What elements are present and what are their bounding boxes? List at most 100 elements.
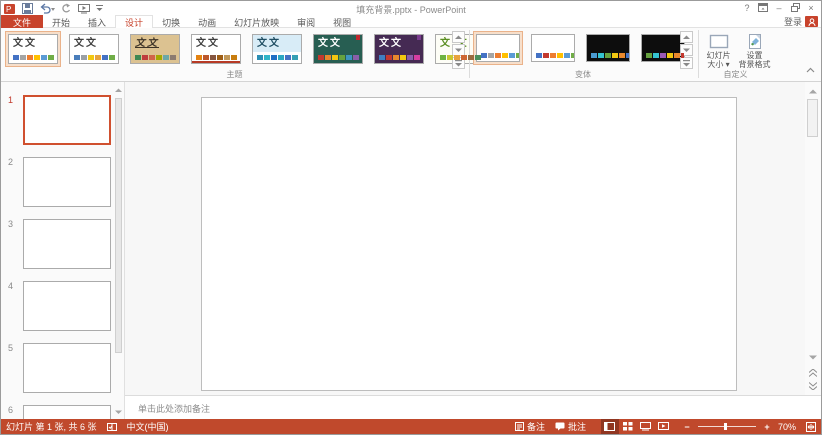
slide-number: 2: [8, 157, 14, 167]
language-button[interactable]: 中文(中国): [122, 419, 174, 434]
slide-list: 1 2 3 4 5 6: [1, 95, 111, 421]
slide-thumbnail-panel: 1 2 3 4 5 6: [1, 82, 125, 421]
zoom-slider[interactable]: [697, 423, 756, 430]
tab-transitions[interactable]: 切换: [153, 15, 189, 28]
notes-icon: [514, 422, 524, 431]
user-account-icon[interactable]: [805, 16, 818, 27]
ribbon-display-options-icon[interactable]: [755, 1, 771, 14]
panel-scrollbar-thumb[interactable]: [115, 98, 122, 353]
theme-thumbnail-2[interactable]: 文文: [66, 31, 122, 67]
title-bar: P 填充背景.pptx - PowerPoint ? – ×: [1, 1, 821, 16]
themes-gallery-scrollbar: [452, 31, 465, 69]
tab-insert[interactable]: 插入: [79, 15, 115, 28]
restore-icon[interactable]: [787, 1, 803, 14]
variant-thumbnail-3[interactable]: [583, 31, 633, 65]
slide-canvas[interactable]: [201, 97, 737, 391]
panel-scrollbar[interactable]: [114, 86, 123, 417]
zoom-in-button[interactable]: +: [761, 422, 773, 432]
zoom-out-button[interactable]: −: [681, 422, 693, 432]
slide-row-1: 1: [1, 95, 111, 145]
previous-slide-button[interactable]: [807, 367, 819, 379]
slide-sorter-view-button[interactable]: [619, 419, 637, 434]
themes-group-label: 主题: [226, 70, 243, 79]
comment-icon: [555, 422, 565, 431]
tab-view[interactable]: 视图: [324, 15, 360, 28]
slide-size-label-1: 幻灯片: [706, 51, 731, 60]
panel-scroll-up-icon[interactable]: [114, 86, 123, 95]
slide-row-5: 5: [1, 343, 111, 393]
theme-thumbnail-3[interactable]: 文文: [127, 31, 183, 67]
slide-thumbnail-5[interactable]: [23, 343, 111, 393]
slide-row-3: 3: [1, 219, 111, 269]
slide-indicator: 幻灯片 第 1 张, 共 6 张: [6, 422, 97, 432]
next-slide-button[interactable]: [807, 380, 819, 392]
tab-review[interactable]: 审阅: [288, 15, 324, 28]
slide-size-icon: [709, 31, 729, 51]
theme-thumbnail-6[interactable]: 文文: [310, 31, 366, 67]
collapse-ribbon-button[interactable]: [806, 60, 815, 78]
themes-gallery: 文文文文文文文文文文文文文文文 文: [5, 31, 488, 67]
editing-area: [125, 82, 805, 395]
slideshow-view-button[interactable]: [655, 419, 673, 434]
notes-pane[interactable]: 单击此处添加备注: [125, 395, 821, 421]
variant-scroll-up-icon[interactable]: [680, 31, 693, 43]
tab-home[interactable]: 开始: [43, 15, 79, 28]
theme-thumbnail-1[interactable]: 文文: [5, 31, 61, 67]
sign-in-label[interactable]: 登录: [784, 15, 802, 28]
tab-file[interactable]: 文件: [1, 15, 44, 28]
comments-toggle-button[interactable]: 批注: [550, 419, 591, 434]
slide-number: 6: [8, 405, 14, 415]
theme-thumbnail-5[interactable]: 文文: [249, 31, 305, 67]
panel-scroll-down-icon[interactable]: [114, 408, 123, 417]
variant-thumbnail-color-swatches: [591, 53, 629, 58]
theme-thumbnail-color-swatches: [135, 55, 176, 60]
theme-thumbnail-color-swatches: [257, 55, 298, 60]
slide-number: 1: [8, 95, 14, 105]
tab-slideshow[interactable]: 幻灯片放映: [225, 15, 288, 28]
help-icon[interactable]: ?: [739, 1, 755, 14]
minimize-icon[interactable]: –: [771, 1, 787, 14]
slide-thumbnail-4[interactable]: [23, 281, 111, 331]
tab-animations[interactable]: 动画: [189, 15, 225, 28]
theme-thumbnail-color-swatches: [13, 55, 54, 60]
fit-to-window-button[interactable]: [801, 419, 821, 434]
slide-thumbnail-3[interactable]: [23, 219, 111, 269]
slide-size-label-2: 大小 ▾: [707, 60, 730, 69]
gallery-scroll-up-icon[interactable]: [452, 31, 465, 43]
spell-check-icon[interactable]: [102, 419, 122, 434]
slide-row-4: 4: [1, 281, 111, 331]
theme-thumbnail-sample-text: 文文: [379, 38, 403, 49]
slide-number: 5: [8, 343, 14, 353]
theme-thumbnail-sample-text: 文文: [13, 38, 37, 49]
zoom-slider-thumb[interactable]: [724, 423, 728, 430]
vertical-scrollbar[interactable]: [805, 82, 821, 395]
theme-thumbnail-color-swatches: [74, 55, 115, 60]
tab-design[interactable]: 设计: [115, 15, 154, 29]
theme-thumbnail-sample-text: 文文: [196, 38, 220, 49]
notes-placeholder[interactable]: 单击此处添加备注: [138, 402, 210, 415]
scrollbar-thumb[interactable]: [807, 99, 818, 137]
slide-thumbnail-1[interactable]: [23, 95, 111, 145]
theme-thumbnail-color-swatches: [318, 55, 359, 60]
notes-toggle-button[interactable]: 备注: [510, 419, 550, 434]
variant-thumbnail-2[interactable]: [528, 31, 578, 65]
main-area: 1 2 3 4 5 6 单击此处添加备注: [1, 82, 821, 421]
variant-more-icon[interactable]: [680, 57, 693, 69]
theme-thumbnail-color-swatches: [379, 55, 420, 60]
slide-number: 3: [8, 219, 14, 229]
reading-view-button[interactable]: [637, 419, 655, 434]
theme-thumbnail-sample-text: 文文: [318, 38, 342, 49]
scroll-down-icon[interactable]: [807, 352, 819, 363]
normal-view-button[interactable]: [600, 419, 619, 434]
format-background-label-1: 设置: [746, 51, 763, 60]
slide-thumbnail-2[interactable]: [23, 157, 111, 207]
theme-thumbnail-7[interactable]: 文文: [371, 31, 427, 67]
format-background-label-2: 背景格式: [738, 60, 771, 69]
ribbon: 文文文文文文文文文文文文文文文 文 主题 变体: [1, 28, 821, 82]
close-icon[interactable]: ×: [803, 1, 819, 14]
theme-thumbnail-sample-text: 文文: [74, 38, 98, 49]
scroll-up-icon[interactable]: [807, 86, 819, 97]
theme-thumbnail-4[interactable]: 文文: [188, 31, 244, 67]
zoom-level[interactable]: 70%: [773, 419, 801, 434]
window-controls: ? – ×: [739, 1, 819, 14]
